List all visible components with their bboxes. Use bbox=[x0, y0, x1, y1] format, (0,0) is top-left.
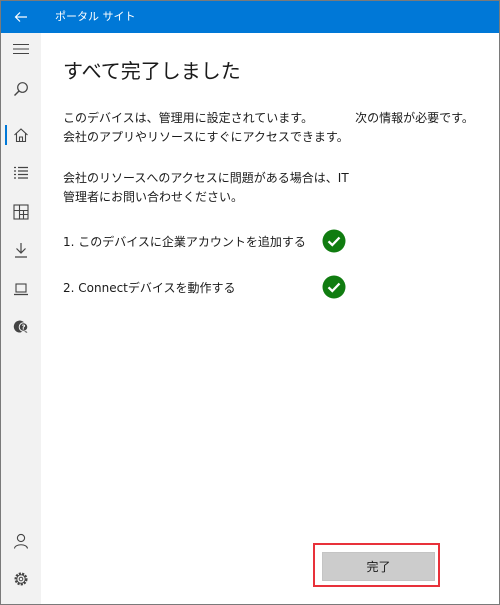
sidebar-item-search[interactable] bbox=[1, 73, 41, 105]
sidebar-item-downloads[interactable] bbox=[1, 234, 41, 266]
done-button[interactable]: 完了 bbox=[322, 552, 435, 581]
grid-icon bbox=[13, 204, 29, 220]
check-circle-icon bbox=[322, 275, 346, 299]
sidebar: ? bbox=[1, 33, 41, 604]
check-circle-icon bbox=[322, 229, 346, 253]
back-button[interactable] bbox=[1, 1, 41, 33]
sidebar-item-support[interactable]: ? bbox=[1, 311, 41, 343]
sidebar-item-home[interactable] bbox=[1, 119, 41, 151]
title-bar: ポータル サイト bbox=[1, 1, 499, 33]
support-note: 会社のリソースへのアクセスに問題がある場合は、IT 管理者にお問い合わせください… bbox=[63, 169, 349, 207]
person-icon bbox=[13, 533, 29, 549]
app-title: ポータル サイト bbox=[55, 10, 136, 23]
main-content: すべて完了しました このデバイスは、管理用に設定されています。 次の情報が必要で… bbox=[41, 33, 499, 604]
description-line: 会社のアプリやリソースにすぐにアクセスできます。 bbox=[63, 130, 349, 144]
step-add-work-account: 1. このデバイスに企業アカウントを追加する bbox=[63, 229, 353, 255]
step-label: 2. Connectデバイスを動作する bbox=[63, 281, 236, 295]
description-line: このデバイスは、管理用に設定されています。 次の情報が必要です。 bbox=[63, 111, 474, 125]
support-note-line: 会社のリソースへのアクセスに問題がある場合は、IT bbox=[63, 171, 349, 185]
search-icon bbox=[14, 82, 28, 96]
help-chat-icon: ? bbox=[13, 320, 29, 333]
svg-text:?: ? bbox=[21, 324, 25, 332]
laptop-icon bbox=[14, 283, 28, 296]
setup-description: このデバイスは、管理用に設定されています。 次の情報が必要です。 会社のアプリや… bbox=[63, 109, 474, 147]
sidebar-item-categories[interactable] bbox=[1, 196, 41, 228]
sidebar-item-account[interactable] bbox=[1, 525, 41, 557]
list-icon bbox=[14, 166, 28, 179]
page-title: すべて完了しました bbox=[63, 59, 241, 83]
sidebar-item-settings[interactable] bbox=[1, 563, 41, 595]
company-portal-window: ポータル サイト ? すべて完了しました このデバイスは、管理用に設定されていま… bbox=[0, 0, 500, 605]
step-label: 1. このデバイスに企業アカウントを追加する bbox=[63, 235, 306, 249]
step-connect-device: 2. Connectデバイスを動作する bbox=[63, 275, 353, 301]
arrow-left-icon bbox=[14, 12, 27, 22]
gear-icon bbox=[14, 572, 28, 586]
download-icon bbox=[15, 243, 27, 258]
hamburger-icon bbox=[13, 43, 29, 55]
sidebar-item-devices[interactable] bbox=[1, 273, 41, 305]
sidebar-item-apps[interactable] bbox=[1, 157, 41, 189]
hamburger-menu-button[interactable] bbox=[1, 33, 41, 65]
home-icon bbox=[14, 128, 28, 143]
support-note-line: 管理者にお問い合わせください。 bbox=[63, 190, 244, 204]
